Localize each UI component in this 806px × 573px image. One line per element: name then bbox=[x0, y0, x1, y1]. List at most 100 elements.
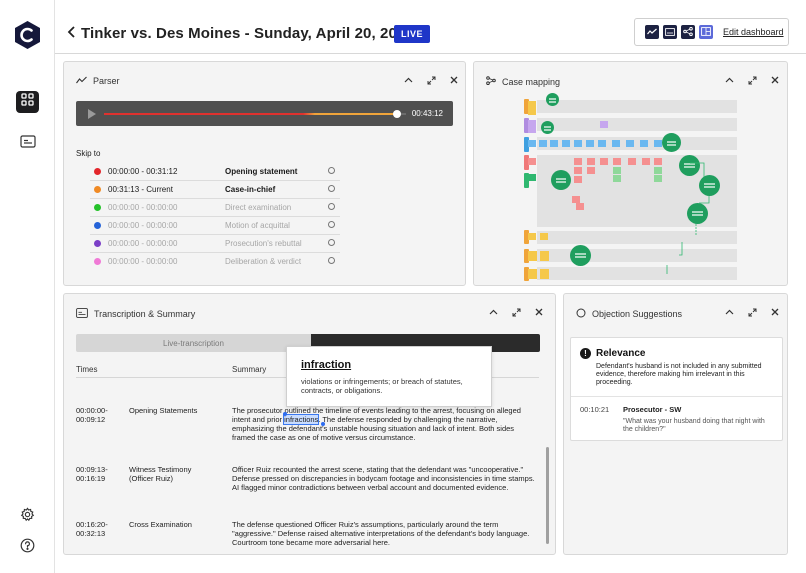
close-button[interactable] bbox=[770, 75, 780, 85]
close-button[interactable] bbox=[770, 307, 780, 317]
segment-dot bbox=[94, 168, 101, 175]
transcript-nav-button[interactable] bbox=[16, 133, 39, 155]
close-button[interactable] bbox=[449, 75, 459, 85]
segment-range: 00:31:13 - Current bbox=[108, 185, 173, 194]
definition-popup: infraction violations or infringements; … bbox=[286, 346, 492, 407]
expand-button[interactable] bbox=[747, 307, 757, 317]
parser-widget-toggle[interactable] bbox=[645, 25, 659, 39]
chevron-left-icon bbox=[66, 26, 78, 43]
collapse-button[interactable] bbox=[724, 307, 734, 317]
segment-dot bbox=[94, 222, 101, 229]
objection-card[interactable]: ! Relevance Defendant's husband is not i… bbox=[570, 337, 783, 441]
timer-icon[interactable] bbox=[328, 167, 335, 174]
case-mapping-header: Case mapping bbox=[486, 76, 560, 87]
page-title: Tinker vs. Des Moines - Sunday, April 20… bbox=[81, 25, 414, 42]
top-header: Tinker vs. Des Moines - Sunday, April 20… bbox=[55, 0, 806, 54]
objection-type: Relevance bbox=[596, 348, 646, 359]
expand-button[interactable] bbox=[426, 75, 436, 85]
expand-button[interactable] bbox=[747, 75, 757, 85]
segment-row[interactable]: 00:00:00 - 00:00:00 Direct examination bbox=[90, 199, 340, 217]
segment-range: 00:00:00 - 00:00:00 bbox=[108, 257, 178, 266]
segment-range: 00:00:00 - 00:31:12 bbox=[108, 167, 178, 176]
row-time: 00:09:13- 00:16:19 bbox=[76, 465, 108, 483]
transcription-panel: Transcription & Summary Live-transcripti… bbox=[63, 293, 556, 555]
row-topic: Cross Examination bbox=[129, 520, 192, 529]
case-map-canvas[interactable] bbox=[524, 93, 739, 285]
layout-icon bbox=[701, 23, 711, 41]
collapse-button[interactable] bbox=[403, 75, 413, 85]
back-button[interactable] bbox=[66, 25, 78, 39]
playback-scrubber[interactable] bbox=[104, 110, 406, 118]
segment-range: 00:00:00 - 00:00:00 bbox=[108, 203, 178, 212]
line-chart-icon bbox=[76, 76, 87, 86]
circle-icon bbox=[576, 308, 586, 320]
highlighted-term[interactable]: infractions bbox=[283, 414, 320, 425]
segment-row[interactable]: 00:00:00 - 00:00:00 Motion of acquittal bbox=[90, 217, 340, 235]
case-mapping-title: Case mapping bbox=[502, 76, 561, 87]
segment-row[interactable]: 00:31:13 - Current Case-in-chief bbox=[90, 181, 340, 199]
definition-text: violations or infringements; or breach o… bbox=[301, 377, 463, 395]
selection-handle-end[interactable] bbox=[321, 422, 325, 426]
alert-icon: ! bbox=[580, 348, 591, 359]
segment-dot bbox=[94, 204, 101, 211]
edit-dashboard-link[interactable]: Edit dashboard bbox=[723, 27, 784, 37]
play-icon[interactable] bbox=[88, 109, 96, 119]
objection-widget-toggle[interactable] bbox=[699, 25, 713, 39]
transcription-controls bbox=[488, 307, 544, 317]
times-column-header: Times bbox=[76, 365, 98, 374]
case-map-widget-toggle[interactable] bbox=[681, 25, 695, 39]
segment-row[interactable]: 00:00:00 - 00:31:12 Opening statement bbox=[90, 163, 340, 181]
segment-row[interactable]: 00:00:00 - 00:00:00 Prosecution's rebutt… bbox=[90, 235, 340, 253]
objection-time: 00:10:21 bbox=[580, 405, 610, 414]
timer-icon[interactable] bbox=[328, 185, 335, 192]
segment-name: Prosecution's rebuttal bbox=[225, 239, 302, 248]
objection-quote: "What was your husband doing that night … bbox=[623, 418, 765, 433]
parser-controls bbox=[403, 75, 459, 85]
segment-name: Motion of acquittal bbox=[225, 221, 290, 230]
row-summary: The defense questioned Officer Ruiz's as… bbox=[232, 520, 530, 547]
transcript-widget-toggle[interactable] bbox=[663, 25, 677, 39]
playback-knob[interactable] bbox=[392, 110, 401, 118]
share-graph-icon bbox=[683, 23, 693, 41]
playback-progress bbox=[104, 113, 397, 115]
scrollbar[interactable] bbox=[546, 447, 549, 544]
parser-title: Parser bbox=[93, 76, 120, 86]
segment-row[interactable]: 00:00:00 - 00:00:00 Deliberation & verdi… bbox=[90, 253, 340, 271]
line-chart-icon bbox=[647, 23, 657, 41]
row-topic: Opening Statements bbox=[129, 406, 198, 415]
definition-term: infraction bbox=[301, 359, 352, 371]
objection-description: Defendant's husband is not included in a… bbox=[596, 363, 762, 386]
audio-player: 00:43:12 bbox=[76, 101, 453, 126]
summary-column-header: Summary bbox=[232, 365, 267, 374]
segment-range: 00:00:00 - 00:00:00 bbox=[108, 221, 178, 230]
tab-live-transcription[interactable]: Live-transcription bbox=[76, 334, 311, 352]
help-button[interactable] bbox=[16, 537, 39, 559]
timer-icon[interactable] bbox=[328, 239, 335, 246]
segment-name: Case-in-chief bbox=[225, 185, 276, 194]
segment-name: Deliberation & verdict bbox=[225, 257, 302, 266]
caption-icon bbox=[76, 308, 88, 320]
close-button[interactable] bbox=[534, 307, 544, 317]
segment-name: Direct examination bbox=[225, 203, 292, 212]
timer-icon[interactable] bbox=[328, 203, 335, 210]
case-mapping-panel: Case mapping bbox=[473, 61, 788, 286]
row-time: 00:00:00- 00:09:12 bbox=[76, 406, 108, 424]
timer-icon[interactable] bbox=[328, 257, 335, 264]
row-time: 00:16:20- 00:32:13 bbox=[76, 520, 108, 538]
sidebar bbox=[0, 0, 55, 573]
row-summary: The prosecutor outlined the timeline of … bbox=[232, 406, 538, 442]
segment-dot bbox=[94, 258, 101, 265]
dashboard-nav-button[interactable] bbox=[16, 91, 39, 113]
settings-button[interactable] bbox=[16, 506, 39, 528]
grid-icon bbox=[21, 93, 34, 111]
collapse-button[interactable] bbox=[488, 307, 498, 317]
live-badge: LIVE bbox=[394, 25, 430, 43]
app-logo[interactable] bbox=[15, 21, 40, 49]
skip-to-label: Skip to bbox=[76, 149, 101, 158]
objection-controls bbox=[724, 307, 780, 317]
timer-icon[interactable] bbox=[328, 221, 335, 228]
selection-handle-start[interactable] bbox=[283, 412, 287, 416]
objection-panel: Objection Suggestions ! Relevance Defend… bbox=[563, 293, 788, 555]
collapse-button[interactable] bbox=[724, 75, 734, 85]
expand-button[interactable] bbox=[511, 307, 521, 317]
